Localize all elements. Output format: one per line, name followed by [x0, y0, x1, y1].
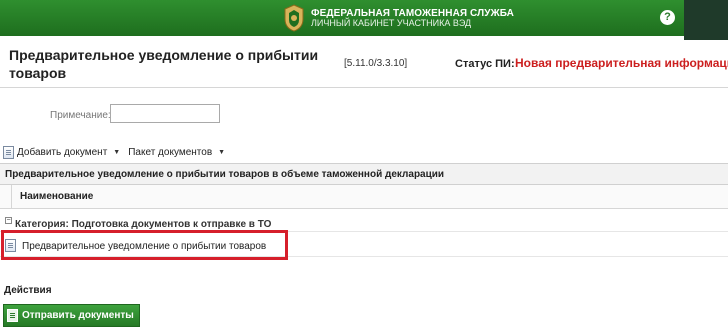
add-document-button[interactable]: Добавить документ ▼	[3, 145, 120, 159]
top-bar-corner	[684, 0, 728, 40]
customs-emblem-icon	[284, 4, 304, 32]
add-document-label: Добавить документ	[17, 146, 108, 158]
grid-title: Предварительное уведомление о прибытии т…	[5, 169, 445, 180]
package-documents-button[interactable]: Пакет документов ▼	[128, 147, 225, 158]
document-icon	[3, 145, 14, 159]
package-documents-label: Пакет документов	[128, 146, 213, 158]
note-input[interactable]	[110, 104, 220, 123]
category-label: Категория: Подготовка документов к отпра…	[15, 219, 272, 230]
send-documents-button[interactable]: Отправить документы	[3, 304, 140, 327]
chevron-down-icon[interactable]: ▼	[113, 149, 120, 156]
grid-title-bar: Предварительное уведомление о прибытии т…	[0, 163, 728, 185]
document-icon	[7, 309, 18, 322]
send-documents-label: Отправить документы	[22, 310, 134, 321]
status-value: Новая предварительная информация	[515, 56, 728, 70]
page-header: Предварительное уведомление о прибытии т…	[0, 36, 728, 88]
service-subtitle: ЛИЧНЫЙ КАБИНЕТ УЧАСТНИКА ВЭД	[311, 18, 472, 28]
help-icon[interactable]: ?	[660, 10, 675, 25]
collapse-icon[interactable]: −	[5, 217, 12, 224]
note-label: Примечание:	[50, 110, 111, 121]
version-label: [5.11.0/3.3.10]	[344, 58, 408, 69]
toolbar: Добавить документ ▼ Пакет документов ▼	[3, 145, 233, 159]
column-header-name[interactable]: Наименование	[11, 185, 93, 209]
column-header-row: Наименование	[0, 185, 728, 209]
top-bar: ФЕДЕРАЛЬНАЯ ТАМОЖЕННАЯ СЛУЖБА ЛИЧНЫЙ КАБ…	[0, 0, 728, 36]
chevron-down-icon[interactable]: ▼	[218, 149, 225, 156]
status-label: Статус ПИ:	[455, 58, 515, 70]
highlight-annotation	[1, 230, 288, 260]
actions-label: Действия	[4, 285, 52, 296]
category-row[interactable]: − Категория: Подготовка документов к отп…	[0, 209, 728, 232]
page-title: Предварительное уведомление о прибытии т…	[9, 47, 319, 81]
